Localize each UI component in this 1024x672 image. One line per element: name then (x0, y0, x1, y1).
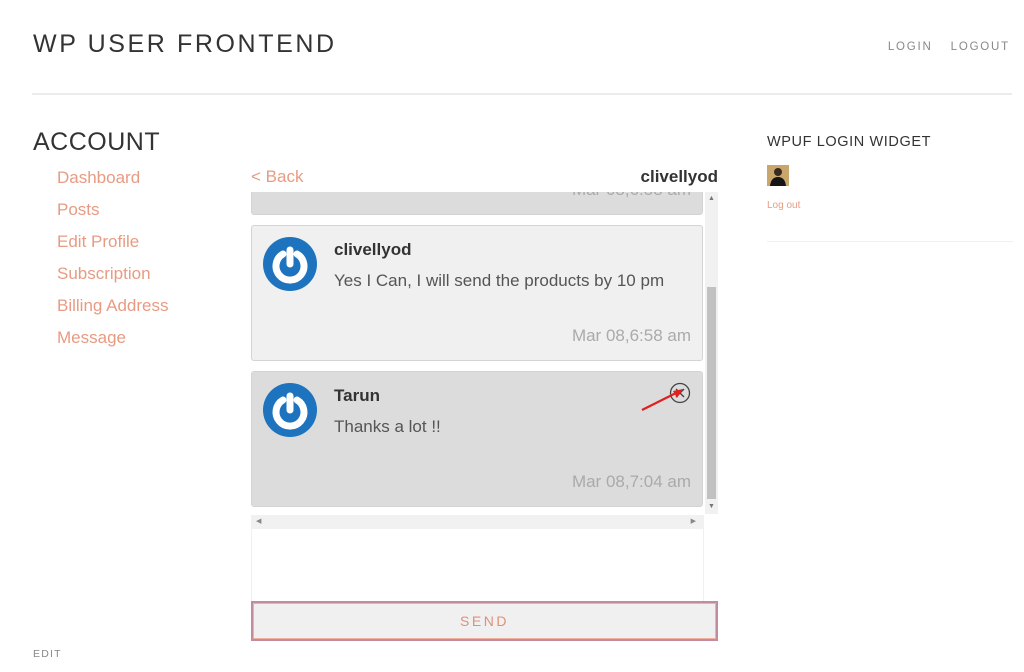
user-photo-icon (767, 165, 789, 186)
account-nav-message[interactable]: Message (57, 328, 126, 347)
scroll-up-icon[interactable]: ▲ (705, 192, 718, 206)
back-link[interactable]: < Back (251, 167, 303, 187)
scroll-down-icon[interactable]: ▼ (705, 500, 718, 514)
account-title: ACCOUNT (33, 128, 161, 156)
scroll-right-icon[interactable]: ▶ (691, 515, 696, 529)
power-avatar-icon (263, 237, 317, 291)
message-body: Yes I Can, I will send the products by 1… (334, 271, 665, 290)
logout-link[interactable]: LOGOUT (951, 41, 1010, 53)
login-link[interactable]: LOGIN (888, 41, 933, 53)
widget-logout-link[interactable]: Log out (767, 200, 800, 211)
widget-title: WPUF LOGIN WIDGET (767, 134, 932, 150)
close-circle-icon[interactable] (669, 382, 691, 404)
message-sender: clivellyod (334, 240, 412, 259)
chat-partner-name: clivellyod (640, 167, 718, 186)
messages-list: Mar 08,6:58 am clivellyod Yes I Can, I w… (251, 192, 704, 514)
message-time: Mar 08,6:58 am (571, 326, 691, 345)
account-nav-edit-profile[interactable]: Edit Profile (57, 232, 139, 251)
site-title[interactable]: WP USER FRONTEND (33, 30, 337, 59)
account-nav-dashboard[interactable]: Dashboard (57, 168, 140, 187)
scrollbar-thumb[interactable] (707, 287, 716, 499)
reply-input[interactable] (251, 529, 704, 601)
account-nav-subscription[interactable]: Subscription (57, 264, 151, 283)
message-time: Mar 08,6:58 am (572, 192, 691, 200)
messages-panel[interactable]: Mar 08,6:58 am clivellyod Yes I Can, I w… (251, 192, 718, 514)
vertical-scrollbar[interactable]: ▲ ▼ (705, 192, 718, 514)
top-nav: LOGIN LOGOUT (888, 41, 1010, 53)
message-time: Mar 08,7:04 am (571, 472, 691, 491)
scroll-left-icon[interactable]: ◀ (256, 515, 261, 529)
message-item[interactable]: Mar 08,6:58 am (251, 192, 703, 215)
header-divider (32, 93, 1012, 95)
send-button[interactable]: SEND (251, 601, 718, 641)
widget-divider (767, 241, 1013, 242)
message-item[interactable]: clivellyod Yes I Can, I will send the pr… (251, 225, 703, 361)
horizontal-scrollbar[interactable]: ◀ ▶ (251, 515, 704, 529)
message-item[interactable]: Tarun Thanks a lot !! Mar 08,7:04 am (251, 371, 703, 507)
user-avatar (767, 165, 789, 186)
account-nav-posts[interactable]: Posts (57, 200, 100, 219)
message-body: Thanks a lot !! (334, 417, 441, 436)
account-nav-billing-address[interactable]: Billing Address (57, 296, 169, 315)
power-avatar-icon (263, 383, 317, 437)
account-nav: Dashboard Posts Edit Profile Subscriptio… (57, 166, 169, 358)
message-sender: Tarun (334, 386, 380, 405)
edit-link[interactable]: EDIT (33, 648, 62, 660)
